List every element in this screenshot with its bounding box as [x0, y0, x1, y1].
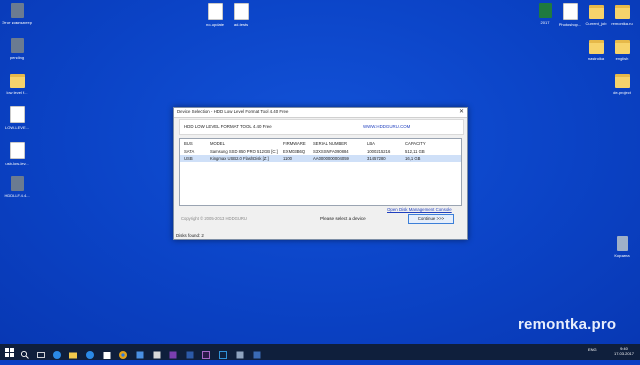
device-list-header: BUS MODEL FIRMWARE SERIAL NUMBER LBA CAP… — [180, 140, 461, 147]
desktop-icon-label: remontka.ru — [611, 21, 633, 26]
desktop-icon-english[interactable]: english — [605, 38, 639, 61]
task-view-icon[interactable] — [36, 347, 46, 358]
watermark: remontka.pro — [518, 316, 617, 333]
desktop-icon-low-level-doc[interactable]: LOW-LEVE... — [0, 106, 34, 130]
folder-icon — [9, 74, 25, 88]
desktop-icon-label: HDDLLF.4.4... — [4, 193, 30, 198]
column-capacity: CAPACITY — [405, 141, 426, 146]
disks-found-status: Disks found: 2 — [176, 233, 204, 238]
folder-icon — [614, 5, 630, 19]
device-row[interactable]: SATA Samsung SSD 850 PRO 512GB [C:] EXM0… — [180, 148, 461, 155]
product-header: HDD LOW LEVEL FORMAT TOOL 4.40 Free WWW.… — [179, 119, 464, 135]
desktop-icon-label: Этот компьютер — [2, 20, 32, 25]
desktop-icon-label: low level f... — [6, 90, 28, 95]
desktop-icon-label: LOW-LEVE... — [5, 125, 29, 130]
column-lba: LBA — [367, 141, 375, 146]
website-link[interactable]: WWW.HDDGURU.COM — [363, 124, 410, 129]
desktop-icon-hddllf[interactable]: HDDLLF.4.4... — [0, 176, 34, 198]
column-firmware: FIRMWARE — [283, 141, 306, 146]
device-selection-dialog: Device Selection - HDD Low Level Format … — [173, 107, 468, 240]
device-bus: USB — [184, 156, 193, 161]
app-icon[interactable] — [135, 347, 145, 359]
device-lba: 1000215216 — [367, 149, 391, 154]
folder-icon — [588, 5, 604, 19]
start-button[interactable] — [4, 347, 14, 357]
document-icon — [562, 3, 578, 20]
edge-icon[interactable] — [52, 347, 62, 359]
device-serial: S3XSSNFA090884 — [313, 149, 349, 154]
column-serial: SERIAL NUMBER — [313, 141, 348, 146]
device-lba: 31457280 — [367, 156, 386, 161]
photoshop-icon[interactable] — [218, 347, 228, 359]
desktop-icon-pending[interactable]: pending — [0, 38, 34, 60]
desktop-icon-remontka[interactable]: remontka.ru — [605, 3, 639, 26]
device-capacity: 16,1 GB — [405, 156, 421, 161]
column-bus: BUS — [184, 141, 193, 146]
desktop-icon-recycle-bin[interactable]: Корзина — [605, 236, 639, 258]
device-serial: AA0000000004059 — [313, 156, 349, 161]
chrome-icon[interactable] — [118, 347, 128, 359]
device-firmware: EXM03B6Q — [283, 149, 306, 154]
folder-icon — [614, 74, 630, 88]
device-list[interactable]: BUS MODEL FIRMWARE SERIAL NUMBER LBA CAP… — [179, 138, 462, 206]
desktop-icon-label: pending — [9, 55, 25, 60]
device-row-selected[interactable]: USB Kingmax USB2.0 FlashDisk [Z:] 1100 A… — [180, 155, 461, 162]
desktop-icon-low-level-folder[interactable]: low level f... — [0, 72, 34, 95]
desktop-icon-label: ad-tests — [233, 22, 249, 27]
desktop-icon-label: Корзина — [614, 253, 630, 258]
app-icon[interactable] — [152, 347, 162, 359]
device-bus: SATA — [184, 149, 195, 154]
continue-button[interactable]: Continue >>> — [408, 214, 454, 224]
close-icon[interactable]: ✕ — [459, 108, 464, 115]
device-capacity: 512,11 GB — [405, 149, 425, 154]
clock[interactable]: 9:40 17.03.2017 — [614, 346, 634, 356]
file-explorer-icon[interactable] — [68, 347, 78, 359]
disk-management-link[interactable]: Open Disk Management Console — [387, 207, 452, 212]
folder-icon — [588, 40, 604, 54]
desktop-icon-this-pc[interactable]: Этот компьютер — [0, 3, 34, 25]
word-icon[interactable] — [185, 347, 195, 359]
search-icon[interactable] — [20, 347, 30, 359]
desktop-icon-ad-tests[interactable]: ad-tests — [224, 3, 258, 27]
recycle-bin-icon — [616, 236, 628, 251]
status-text: Please select a device — [320, 216, 366, 221]
computer-icon — [10, 3, 24, 18]
edge-icon[interactable] — [85, 347, 95, 359]
app-icon[interactable] — [252, 347, 262, 359]
premiere-icon[interactable] — [201, 347, 211, 359]
document-icon — [207, 3, 223, 20]
installer-icon — [10, 176, 24, 191]
desktop-icon-de-project[interactable]: de-project — [605, 72, 639, 95]
copyright-text: Copyright © 2005-2013 HDDGURU — [181, 216, 247, 221]
hdd-tool-icon[interactable] — [235, 347, 245, 359]
desktop-icon-label: english — [615, 56, 629, 61]
desktop-icon-label: de-project — [613, 90, 631, 95]
store-icon[interactable] — [102, 347, 112, 359]
taskbar: ENG 9:40 17.03.2017 — [0, 344, 640, 360]
product-name: HDD LOW LEVEL FORMAT TOOL 4.40 Free — [184, 124, 272, 129]
tray-language[interactable]: ENG — [588, 347, 597, 352]
column-model: MODEL — [210, 141, 225, 146]
app-icon — [10, 38, 24, 53]
document-icon — [9, 142, 25, 159]
folder-icon — [614, 40, 630, 54]
desktop-icon-usb-low-level[interactable]: usb-low-lev... — [0, 142, 34, 166]
onenote-icon[interactable] — [168, 347, 178, 359]
document-icon — [233, 3, 249, 20]
desktop-icon-label: usb-low-lev... — [5, 161, 29, 166]
device-model: Kingmax USB2.0 FlashDisk [Z:] — [210, 156, 269, 161]
dialog-title: Device Selection - HDD Low Level Format … — [177, 109, 289, 114]
clock-date: 17.03.2017 — [613, 351, 634, 356]
excel-icon — [538, 3, 552, 18]
document-icon — [9, 106, 25, 123]
device-model: Samsung SSD 850 PRO 512GB [C:] — [210, 149, 278, 154]
dialog-titlebar[interactable]: Device Selection - HDD Low Level Format … — [174, 108, 467, 118]
device-firmware: 1100 — [283, 156, 293, 161]
